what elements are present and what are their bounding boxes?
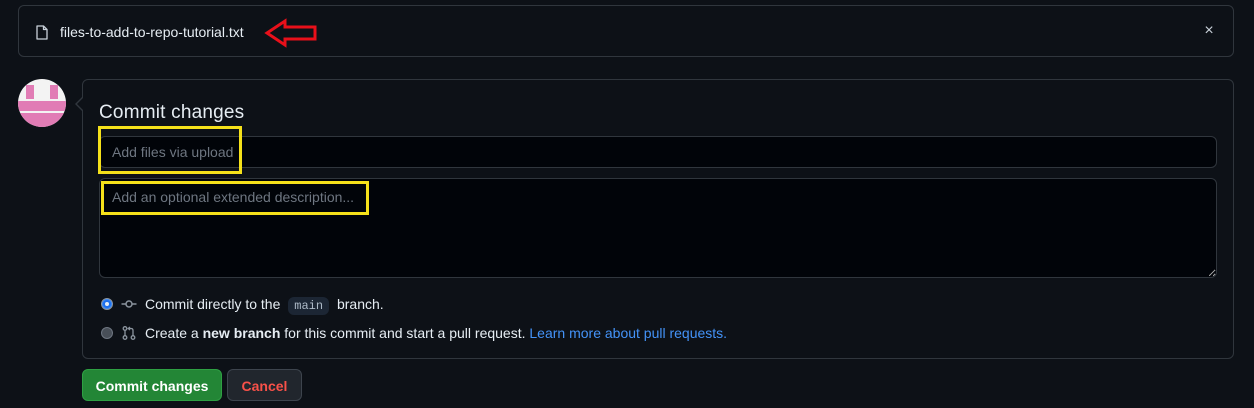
git-commit-icon bbox=[121, 300, 137, 308]
commit-summary-input[interactable] bbox=[99, 136, 1217, 168]
branch-name: main bbox=[288, 296, 330, 315]
file-name: files-to-add-to-repo-tutorial.txt bbox=[60, 24, 244, 40]
remove-file-close-icon[interactable]: × bbox=[1199, 21, 1219, 41]
learn-more-pull-requests-link[interactable]: Learn more about pull requests. bbox=[529, 325, 727, 341]
speech-caret-inner bbox=[77, 97, 84, 111]
annotation-arrow-icon bbox=[264, 18, 317, 48]
option-direct-suffix: branch. bbox=[336, 295, 384, 312]
option-commit-directly[interactable]: Commit directly to the main branch. bbox=[101, 294, 384, 315]
option-direct-prefix: Commit directly to the bbox=[145, 295, 281, 312]
option-new-branch[interactable]: Create a new branch for this commit and … bbox=[101, 323, 727, 343]
option-new-prefix: Create a bbox=[145, 325, 199, 341]
option-new-middle: for this commit and start a pull request… bbox=[284, 325, 526, 341]
avatar[interactable] bbox=[18, 79, 66, 127]
identicon-avatar bbox=[18, 79, 66, 127]
file-icon bbox=[36, 25, 48, 40]
commit-description-textarea[interactable] bbox=[99, 178, 1217, 278]
commit-changes-button[interactable]: Commit changes bbox=[82, 369, 222, 401]
option-new-bold: new branch bbox=[202, 325, 281, 341]
uploaded-file-bar: files-to-add-to-repo-tutorial.txt × bbox=[18, 5, 1234, 57]
commit-title: Commit changes bbox=[99, 102, 245, 123]
cancel-button[interactable]: Cancel bbox=[227, 369, 302, 401]
radio-commit-directly[interactable] bbox=[101, 298, 113, 310]
commit-form: Commit changes Commit directly to the ma… bbox=[75, 79, 1234, 359]
git-pull-request-icon bbox=[122, 326, 136, 340]
radio-new-branch[interactable] bbox=[101, 327, 113, 339]
